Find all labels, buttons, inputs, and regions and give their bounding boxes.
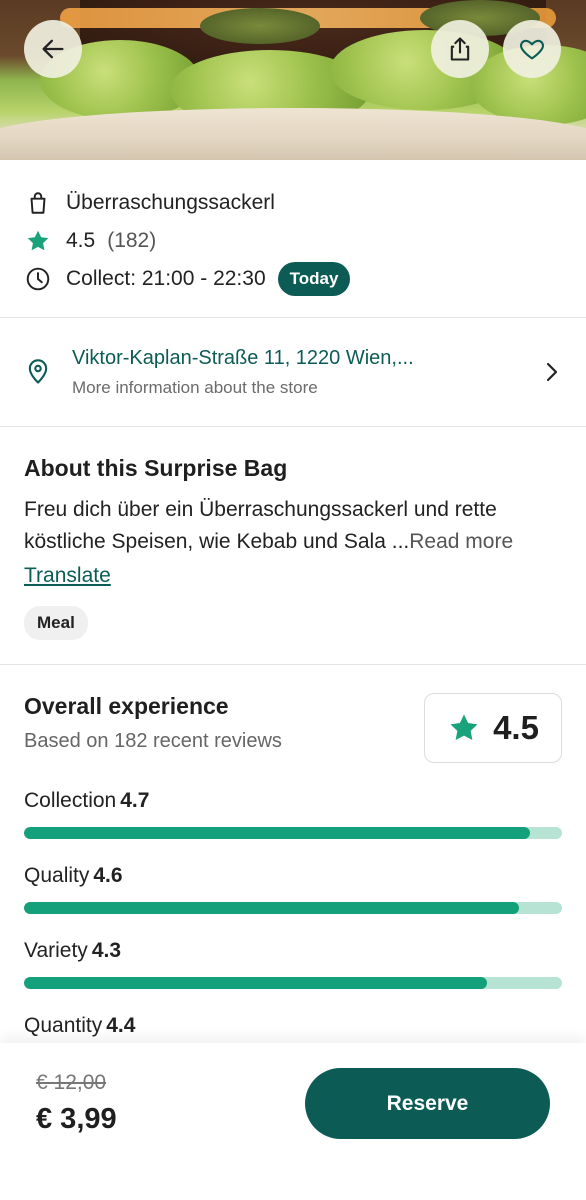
chevron-right-icon xyxy=(546,362,558,382)
favorite-button[interactable] xyxy=(503,20,561,78)
overall-score: 4.5 xyxy=(493,709,539,746)
metric-label: Quantity xyxy=(24,1014,103,1037)
metric-score: 4.6 xyxy=(93,864,123,887)
reviews-header: Overall experience Based on 182 recent r… xyxy=(24,693,562,789)
star-icon xyxy=(450,714,478,741)
reserve-button[interactable]: Reserve xyxy=(305,1068,550,1139)
about-section: About this Surprise Bag Freu dich über e… xyxy=(0,427,586,664)
bag-info-section: Überraschungssackerl 4.5 (182) Collect: … xyxy=(0,160,586,317)
hero-image xyxy=(0,0,586,160)
metric-bar-track xyxy=(24,977,562,989)
about-title: About this Surprise Bag xyxy=(24,455,288,481)
bag-name: Überraschungssackerl xyxy=(66,191,275,214)
metric-bar-fill xyxy=(24,977,487,989)
shopping-bag-icon xyxy=(24,189,52,217)
collect-time: Collect: 21:00 - 22:30 xyxy=(66,267,266,290)
today-badge: Today xyxy=(277,262,351,296)
star-icon xyxy=(24,227,52,255)
metric-quality: Quality 4.6 xyxy=(24,864,562,939)
about-description: Freu dich über ein Überraschungssackerl … xyxy=(24,494,562,558)
overall-score-box: 4.5 xyxy=(424,693,562,763)
location-pin-icon xyxy=(28,359,48,384)
metric-score: 4.4 xyxy=(106,1014,136,1037)
metric-variety: Variety 4.3 xyxy=(24,939,562,1014)
translate-link[interactable]: Translate xyxy=(24,564,111,588)
checkout-bar: € 12,00 € 3,99 Reserve xyxy=(0,1043,586,1200)
reviews-section: Overall experience Based on 182 recent r… xyxy=(0,665,586,1064)
store-address-link[interactable]: Viktor-Kaplan-Straße 11, 1220 Wien,... M… xyxy=(0,318,586,426)
metric-label: Quality xyxy=(24,864,90,887)
read-more-link[interactable]: Read more xyxy=(409,530,513,553)
heart-icon xyxy=(520,39,544,60)
metric-bar-track xyxy=(24,827,562,839)
metric-bar-fill xyxy=(24,902,519,914)
category-chip: Meal xyxy=(24,606,88,640)
arrow-left-icon xyxy=(42,39,64,59)
share-icon xyxy=(450,37,470,61)
original-price: € 12,00 xyxy=(36,1071,107,1094)
metric-label: Variety xyxy=(24,939,88,962)
rating-value: 4.5 xyxy=(66,229,96,252)
metric-collection: Collection 4.7 xyxy=(24,789,562,864)
metric-bar-fill xyxy=(24,827,530,839)
burger-bun-graphic xyxy=(0,108,586,160)
rating-row: 4.5 (182) xyxy=(24,222,562,260)
share-button[interactable] xyxy=(431,20,489,78)
store-address: Viktor-Kaplan-Straße 11, 1220 Wien,... xyxy=(72,346,414,369)
burger-pickle-graphic xyxy=(200,8,320,44)
collect-row: Collect: 21:00 - 22:30 Today xyxy=(24,260,562,298)
clock-icon xyxy=(24,265,52,293)
bag-name-row: Überraschungssackerl xyxy=(24,184,562,222)
metric-bar-track xyxy=(24,902,562,914)
store-more-info: More information about the store xyxy=(72,377,318,397)
back-button[interactable] xyxy=(24,20,82,78)
discount-price: € 3,99 xyxy=(36,1103,117,1135)
rating-count: (182) xyxy=(107,229,157,252)
metric-score: 4.3 xyxy=(91,939,122,962)
metric-label: Collection xyxy=(24,789,117,812)
metric-score: 4.7 xyxy=(120,789,150,812)
